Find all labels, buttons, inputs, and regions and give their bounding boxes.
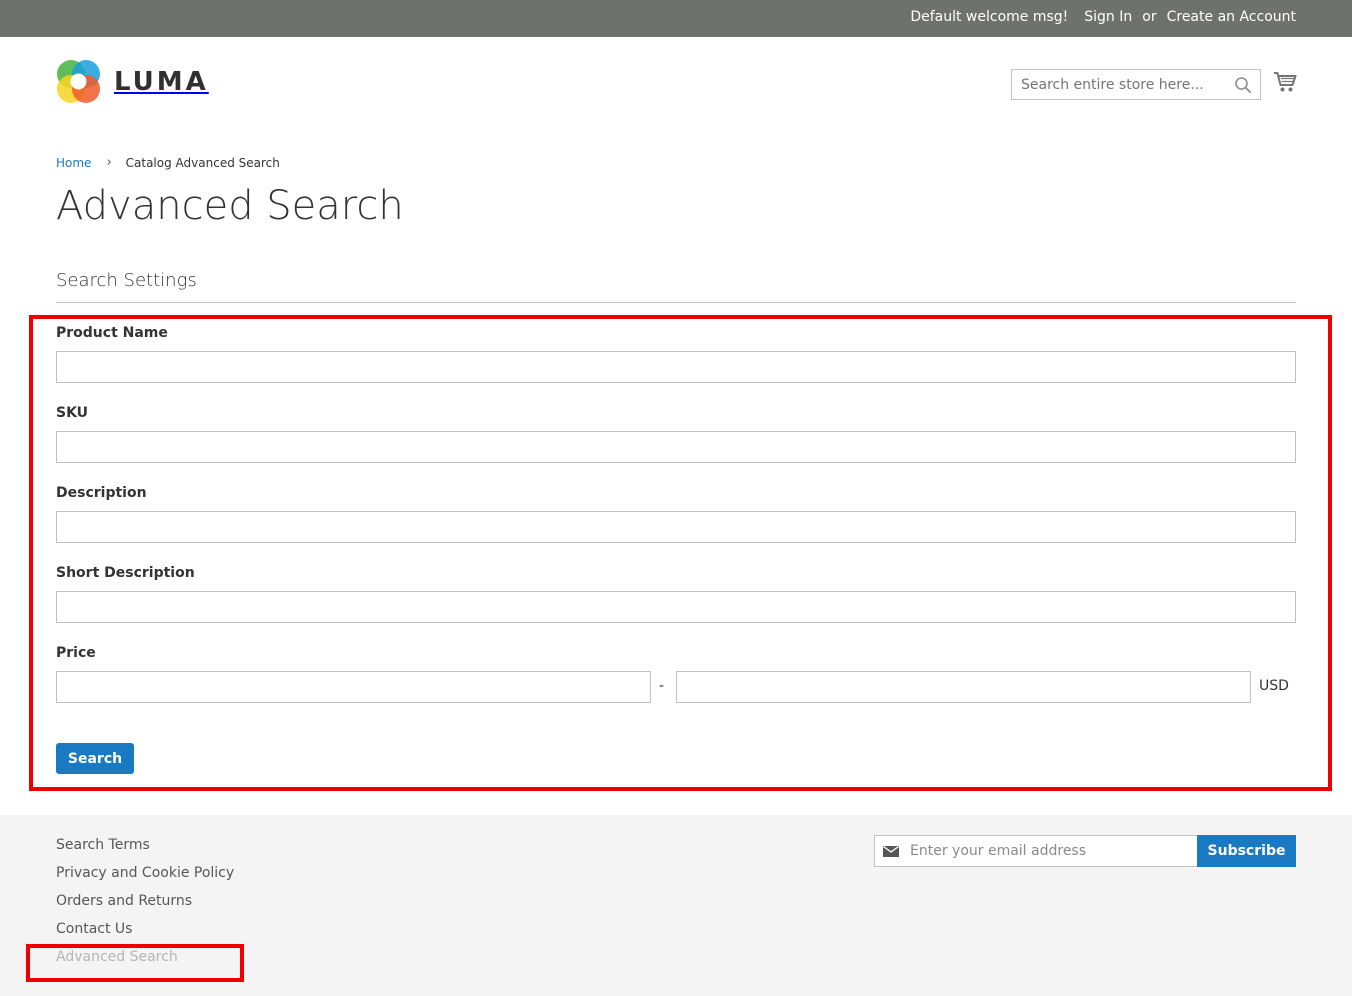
description-label: Description bbox=[56, 485, 147, 501]
footer: Search Terms Privacy and Cookie Policy O… bbox=[0, 815, 1352, 996]
luma-logo-icon bbox=[57, 60, 100, 103]
create-account-link[interactable]: Create an Account bbox=[1167, 9, 1296, 25]
newsletter-field bbox=[874, 835, 1198, 867]
price-from-input[interactable] bbox=[56, 671, 651, 703]
price-to-input[interactable] bbox=[676, 671, 1251, 703]
product-name-label: Product Name bbox=[56, 325, 168, 341]
footer-link-search-terms[interactable]: Search Terms bbox=[56, 837, 150, 853]
logo-text: LUMA bbox=[114, 66, 209, 97]
breadcrumb-current: Catalog Advanced Search bbox=[125, 155, 280, 170]
cart-icon[interactable] bbox=[1273, 71, 1297, 93]
price-range-separator: - bbox=[659, 678, 665, 694]
welcome-message: Default welcome msg! bbox=[910, 9, 1069, 25]
header-links: Default welcome msg! Sign In or Create a… bbox=[910, 9, 1296, 25]
sku-label: SKU bbox=[56, 405, 89, 421]
price-label: Price bbox=[56, 645, 96, 661]
store-logo[interactable]: LUMA bbox=[56, 59, 209, 104]
newsletter-email-input[interactable] bbox=[910, 836, 1195, 866]
subscribe-button[interactable]: Subscribe bbox=[1197, 835, 1296, 867]
footer-link-contact[interactable]: Contact Us bbox=[56, 921, 132, 937]
envelope-icon bbox=[883, 846, 899, 857]
sign-in-link[interactable]: Sign In bbox=[1084, 9, 1132, 25]
form-highlight-box bbox=[29, 315, 1332, 791]
price-currency: USD bbox=[1259, 678, 1289, 694]
short-description-label: Short Description bbox=[56, 565, 195, 581]
or-separator: or bbox=[1142, 9, 1157, 25]
footer-link-item: Contact Us bbox=[56, 920, 234, 948]
footer-link-privacy[interactable]: Privacy and Cookie Policy bbox=[56, 865, 234, 881]
panel-header: Default welcome msg! Sign In or Create a… bbox=[0, 0, 1352, 37]
footer-link-item: Orders and Returns bbox=[56, 892, 234, 920]
product-name-input[interactable] bbox=[56, 351, 1296, 383]
footer-link-item: Advanced Search bbox=[56, 948, 234, 976]
chevron-right-icon: › bbox=[106, 155, 112, 170]
search-settings-legend: Search Settings bbox=[56, 270, 1296, 303]
sku-input[interactable] bbox=[56, 431, 1296, 463]
footer-link-orders-returns[interactable]: Orders and Returns bbox=[56, 893, 192, 909]
store-search bbox=[1011, 69, 1261, 100]
footer-link-item: Privacy and Cookie Policy bbox=[56, 864, 234, 892]
page-title: Advanced Search bbox=[56, 183, 404, 229]
footer-link-item: Search Terms bbox=[56, 836, 234, 864]
short-description-input[interactable] bbox=[56, 591, 1296, 623]
footer-links: Search Terms Privacy and Cookie Policy O… bbox=[56, 836, 234, 976]
breadcrumb-home[interactable]: Home bbox=[56, 156, 91, 170]
store-search-input[interactable] bbox=[1012, 70, 1222, 99]
breadcrumb: Home › Catalog Advanced Search bbox=[56, 155, 280, 170]
footer-link-advanced-search[interactable]: Advanced Search bbox=[56, 949, 178, 965]
description-input[interactable] bbox=[56, 511, 1296, 543]
search-icon[interactable] bbox=[1234, 76, 1252, 94]
search-button[interactable]: Search bbox=[56, 743, 134, 774]
